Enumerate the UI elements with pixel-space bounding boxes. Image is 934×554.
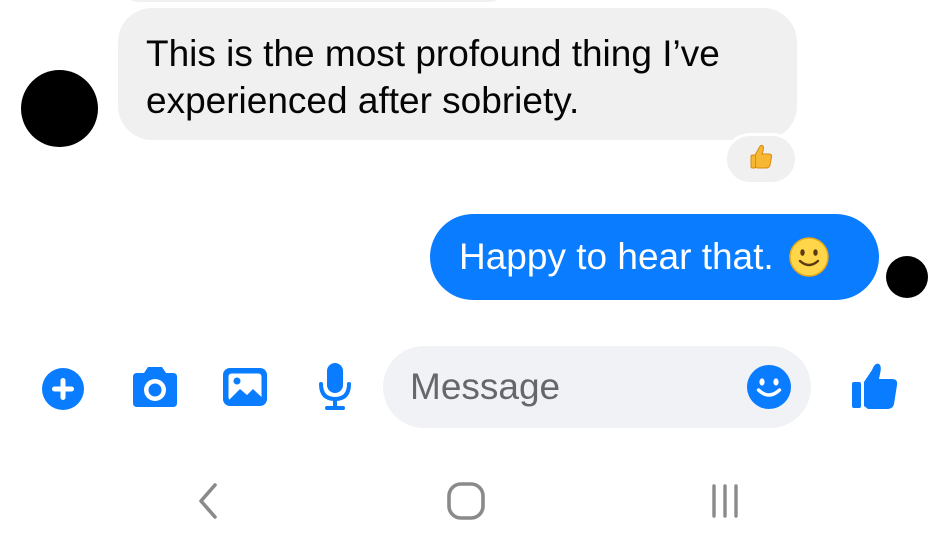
chevron-left-icon [199,483,217,519]
incoming-message-bubble[interactable]: This is the most profound thing I’ve exp… [118,8,797,140]
thumbs-up-icon[interactable] [848,358,902,414]
nav-back-button[interactable] [188,478,228,524]
incoming-message-text: This is the most profound thing I’ve exp… [146,33,720,121]
nav-home-button[interactable] [443,478,489,524]
avatar[interactable] [21,70,98,147]
three-bars-icon [712,484,738,518]
chat-screen: This is the most profound thing I’ve exp… [0,0,934,554]
message-input-placeholder: Message [410,366,561,407]
outgoing-message-bubble[interactable]: Happy to hear that. [430,214,879,300]
microphone-icon[interactable] [313,360,357,414]
seen-indicator [886,256,928,298]
camera-icon[interactable] [128,362,182,412]
outgoing-message-text: Happy to hear that. [459,236,774,277]
smiley-icon[interactable] [745,363,793,411]
slightly-smiling-face-emoji-icon [788,236,830,278]
thumbs-up-emoji-icon [746,142,776,177]
previous-message-bubble[interactable] [118,0,510,2]
rounded-square-icon [447,482,485,520]
message-input[interactable]: Message [383,346,811,428]
image-icon[interactable] [218,363,272,411]
reaction-badge[interactable] [724,133,798,185]
nav-recents-button[interactable] [702,478,748,524]
plus-circle-icon[interactable] [38,364,88,414]
